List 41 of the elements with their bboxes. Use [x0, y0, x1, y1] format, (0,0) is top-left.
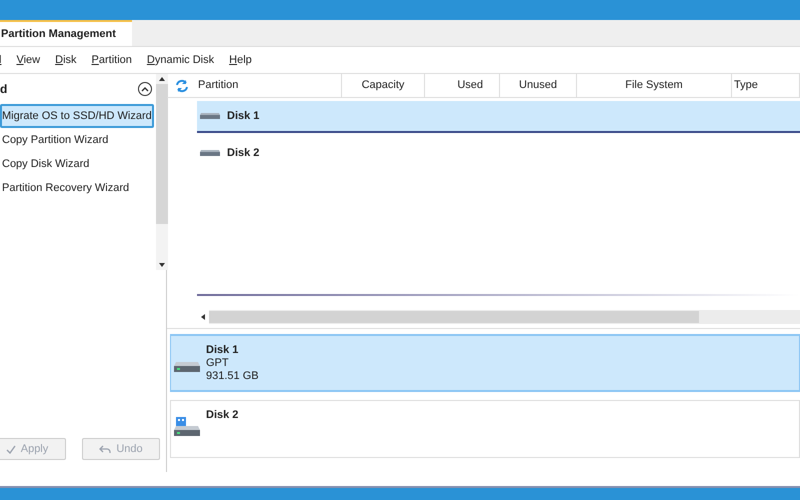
table-cell-text: Disk 2	[227, 146, 260, 161]
menu-item[interactable]: l	[0, 52, 2, 68]
usb-drive-icon	[174, 417, 200, 436]
refresh-icon[interactable]	[175, 78, 189, 92]
disk-name: Disk 2	[206, 409, 238, 422]
disk-drive-icon	[199, 112, 221, 120]
checkmark-icon	[6, 444, 16, 454]
disk-info: 931.51 GB	[206, 370, 259, 383]
menu-item[interactable]: Partition	[92, 52, 132, 68]
column-header[interactable]: Capacity	[342, 74, 425, 97]
menu-item[interactable]: View	[16, 52, 40, 68]
menu-item[interactable]: Help	[229, 52, 252, 68]
table-row[interactable]: Disk 1	[197, 101, 800, 133]
sidebar-item[interactable]: Partition Recovery Wizard	[0, 176, 154, 200]
hard-drive-icon	[174, 362, 200, 372]
collapse-icon[interactable]	[138, 82, 152, 96]
horizontal-scrollbar[interactable]	[197, 310, 800, 324]
disk-drive-icon	[199, 149, 221, 157]
undo-arrow-icon	[99, 444, 112, 454]
table-cell-text: Disk 1	[227, 108, 260, 124]
menu-item[interactable]: Dynamic Disk	[146, 52, 214, 68]
sidebar-item[interactable]: Migrate OS to SSD/HD Wizard	[0, 104, 154, 128]
scroll-left-icon[interactable]	[201, 314, 205, 320]
column-header[interactable]: File System	[577, 74, 732, 97]
vertical-scrollbar[interactable]	[156, 74, 168, 270]
sidebar-item[interactable]: Copy Partition Wizard	[0, 128, 154, 152]
disk-name: Disk 1	[206, 344, 240, 357]
column-header[interactable]: Used	[425, 74, 500, 97]
scroll-up-icon[interactable]	[158, 77, 165, 81]
sidebar-header: d	[0, 81, 8, 98]
column-header[interactable]: Type	[732, 74, 800, 97]
disk-card[interactable]: Disk 2	[170, 400, 800, 458]
disk-card[interactable]: Disk 1 GPT 931.51 GB	[170, 334, 800, 392]
column-header[interactable]: Partition	[197, 74, 342, 97]
disk-info: GPT	[206, 357, 230, 370]
table-row[interactable]: Disk 2	[197, 137, 800, 169]
sidebar-item[interactable]: Copy Disk Wizard	[0, 152, 154, 176]
column-header[interactable]: Unused	[500, 74, 577, 97]
menu-item[interactable]: Disk	[55, 52, 77, 68]
tab[interactable]: Partition Management	[0, 20, 132, 46]
scroll-down-icon[interactable]	[158, 263, 165, 267]
